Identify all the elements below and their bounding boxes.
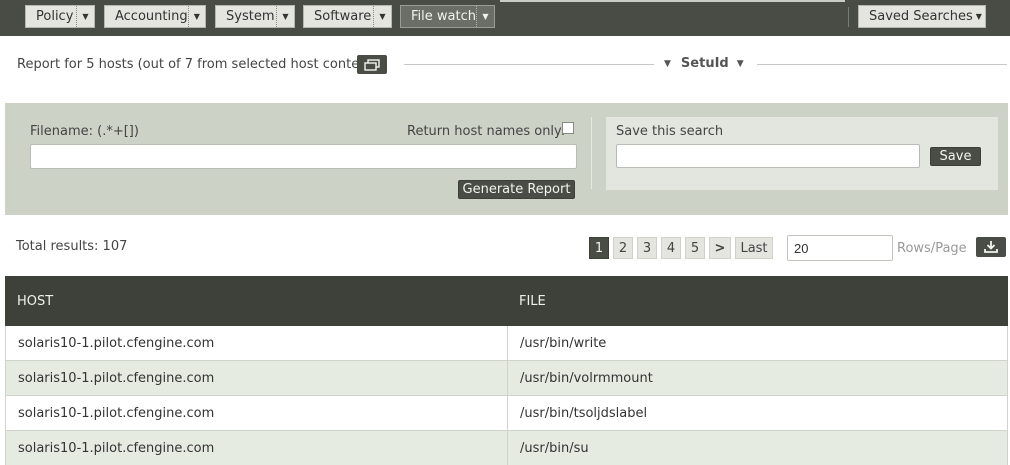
file-cell: /usr/bin/su xyxy=(507,431,1008,465)
divider-line xyxy=(757,64,1007,65)
hostnames-only-label: Return host names only: xyxy=(407,124,566,139)
save-search-label: Save this search xyxy=(616,124,724,139)
file-cell: /usr/bin/volrmmount xyxy=(507,361,1008,395)
download-button[interactable] xyxy=(976,237,1006,257)
host-cell: solaris10-1.pilot.cfengine.com xyxy=(5,431,507,465)
page-3-button[interactable]: 3 xyxy=(637,237,657,259)
page-5-button[interactable]: 5 xyxy=(685,237,705,259)
top-nav: Policy ▼ Accounting ▼ System ▼ Software … xyxy=(0,0,1010,36)
nav-strip xyxy=(500,0,845,2)
rows-per-page-input[interactable] xyxy=(787,235,893,261)
nav-system-label: System xyxy=(226,9,275,24)
chevron-down-icon[interactable]: ▼ xyxy=(476,6,494,27)
table-row: solaris10-1.pilot.cfengine.com /usr/bin/… xyxy=(5,396,1008,431)
chevron-down-icon[interactable]: ▼ xyxy=(373,6,391,27)
page-4-button[interactable]: 4 xyxy=(661,237,681,259)
table-row: solaris10-1.pilot.cfengine.com /usr/bin/… xyxy=(5,361,1008,396)
popout-icon xyxy=(364,58,380,71)
rows-per-page-label: Rows/Page xyxy=(897,241,967,256)
chevron-down-icon[interactable]: ▼ xyxy=(973,6,985,27)
table-header: HOST FILE xyxy=(5,276,1008,326)
table-row: solaris10-1.pilot.cfengine.com /usr/bin/… xyxy=(5,326,1008,361)
saved-searches-label: Saved Searches xyxy=(869,9,973,24)
nav-software-menu[interactable]: Software ▼ xyxy=(303,5,392,28)
nav-software-label: Software xyxy=(314,9,372,24)
page-1-button[interactable]: 1 xyxy=(589,237,609,259)
column-header-file[interactable]: FILE xyxy=(507,276,1008,326)
save-search-input[interactable] xyxy=(616,144,920,168)
report-section-selector[interactable]: ▼ SetuId ▼ xyxy=(664,56,744,71)
triangle-down-icon: ▼ xyxy=(736,58,744,69)
host-cell: solaris10-1.pilot.cfengine.com xyxy=(5,326,507,360)
last-page-button[interactable]: Last xyxy=(735,237,773,259)
nav-separator xyxy=(848,7,849,27)
nav-policy-menu[interactable]: Policy ▼ xyxy=(25,5,95,28)
column-header-host[interactable]: HOST xyxy=(5,276,507,326)
host-cell: solaris10-1.pilot.cfengine.com xyxy=(5,396,507,430)
triangle-down-icon: ▼ xyxy=(664,58,671,69)
nav-accounting-menu[interactable]: Accounting ▼ xyxy=(104,5,206,28)
popout-button[interactable] xyxy=(357,55,387,74)
download-icon xyxy=(984,241,998,253)
chevron-down-icon[interactable]: ▼ xyxy=(76,6,94,27)
total-results: Total results: 107 xyxy=(16,239,128,254)
table-row: solaris10-1.pilot.cfengine.com /usr/bin/… xyxy=(5,431,1008,465)
filename-input[interactable] xyxy=(30,144,577,169)
report-section-label: SetuId xyxy=(680,56,729,71)
generate-report-button[interactable]: Generate Report xyxy=(458,180,575,199)
report-title: Report for 5 hosts (out of 7 from select… xyxy=(17,57,377,72)
file-cell: /usr/bin/write xyxy=(507,326,1008,360)
nav-policy-label: Policy xyxy=(36,9,74,24)
host-cell: solaris10-1.pilot.cfengine.com xyxy=(5,361,507,395)
divider-line xyxy=(404,64,654,65)
page-2-button[interactable]: 2 xyxy=(613,237,633,259)
save-button[interactable]: Save xyxy=(930,147,981,166)
file-cell: /usr/bin/tsoljdslabel xyxy=(507,396,1008,430)
hostnames-only-checkbox[interactable] xyxy=(562,122,574,134)
nav-file-watch-menu[interactable]: File watch ▼ xyxy=(400,5,495,28)
nav-system-menu[interactable]: System ▼ xyxy=(215,5,295,28)
panel-divider xyxy=(591,117,592,189)
saved-searches-menu[interactable]: Saved Searches ▼ xyxy=(858,5,986,28)
chevron-down-icon[interactable]: ▼ xyxy=(276,6,294,27)
nav-accounting-label: Accounting xyxy=(115,9,188,24)
filename-label: Filename: (.*+[]) xyxy=(30,124,139,139)
results-table: HOST FILE solaris10-1.pilot.cfengine.com… xyxy=(5,276,1008,465)
next-page-button[interactable]: > xyxy=(709,237,731,259)
nav-file-watch-label: File watch xyxy=(411,9,476,24)
chevron-down-icon[interactable]: ▼ xyxy=(187,6,205,27)
